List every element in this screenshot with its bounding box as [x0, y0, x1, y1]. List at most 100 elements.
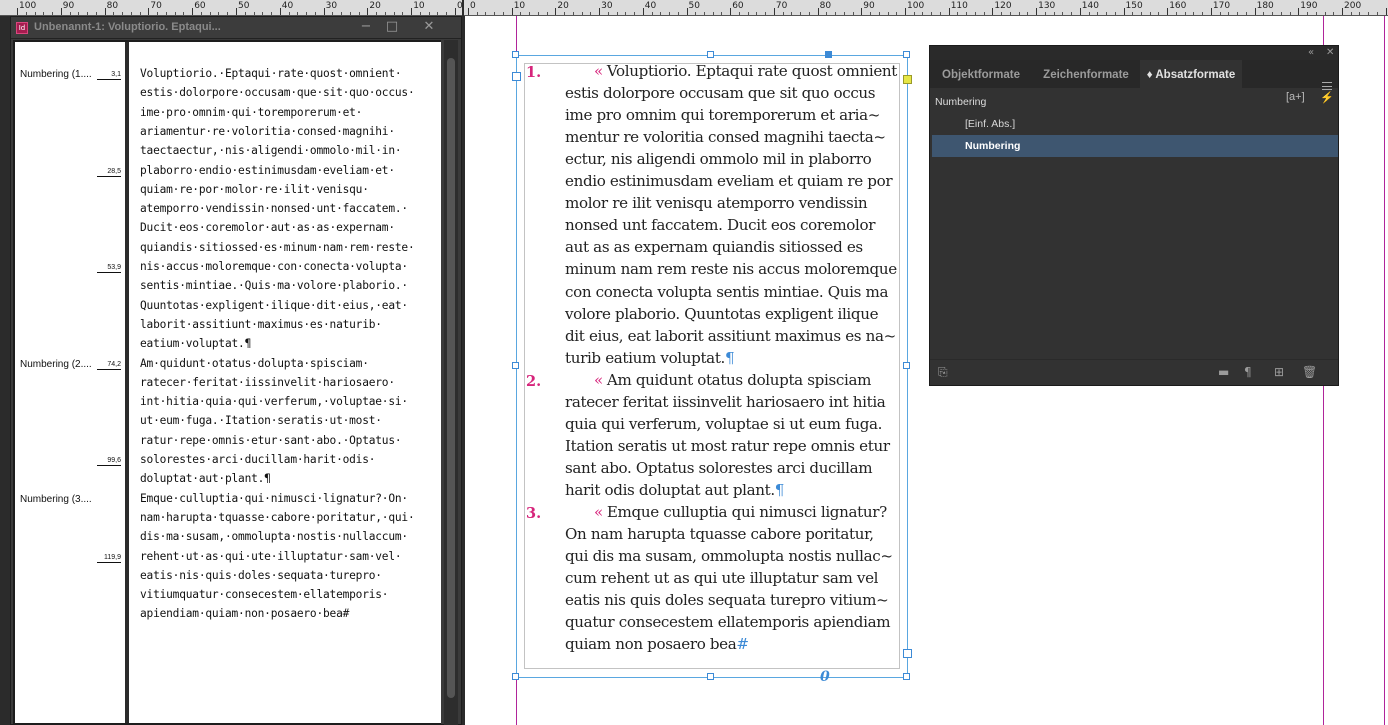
layout-line[interactable]: nonsed unt faccatem. Ducit eos coremolor — [565, 216, 905, 234]
layout-line[interactable]: quiam non posaero bea# — [565, 635, 905, 653]
maximize-button[interactable]: □ — [379, 17, 405, 37]
story-line[interactable]: laborit·assitiunt·maximus·es·naturib· — [140, 318, 382, 331]
ruler-minor-tick — [244, 12, 246, 15]
layout-line[interactable]: mentur re voloritia consed magnihi taect… — [565, 128, 905, 146]
close-panel-icon[interactable]: ✕ — [1326, 46, 1334, 60]
tab-character-styles[interactable]: Zeichenformate — [1034, 60, 1138, 88]
layout-line[interactable]: On nam harupta tquasse cabore poritatur, — [565, 525, 905, 543]
layout-line-text: ime pro omnim qui toremporerum et aria~ — [565, 106, 881, 125]
story-line[interactable]: plaborro·endio·estinimusdam·eveliam·et· — [140, 164, 395, 177]
story-line[interactable]: eatis·nis·quis·doles·sequata·turepro· — [140, 569, 382, 582]
folder-icon[interactable]: ▬ — [1218, 365, 1229, 379]
frame-handle-ml[interactable] — [512, 362, 519, 369]
panel-menu-icon[interactable] — [1322, 82, 1332, 90]
story-line[interactable]: estis·dolorpore·occusam·que·sit·quo·occu… — [140, 86, 415, 99]
frame-handle-tm[interactable] — [707, 51, 714, 58]
story-line[interactable]: rehent·ut·as·qui·ute·illuptatur·sam·vel· — [140, 550, 402, 563]
frame-handle-bm[interactable] — [707, 673, 714, 680]
story-line[interactable]: ariamentur·re·voloritia·consed·magnihi· — [140, 125, 395, 138]
story-line[interactable]: Quuntotas·expligent·ilique·dit·eius,·eat… — [140, 299, 408, 312]
story-editor-title-bar[interactable]: Id Unbenannt-1: Voluptiorio. Eptaqui... … — [11, 17, 461, 39]
layout-line-text: turib eatium voluptat. — [565, 348, 725, 367]
frame-handle-corner-options[interactable] — [825, 51, 832, 58]
style-item-numbering[interactable]: Numbering — [932, 135, 1338, 157]
layout-line[interactable]: quia qui verferum, voluptae si ut eum fu… — [565, 415, 905, 433]
frame-handle-bl[interactable] — [512, 673, 519, 680]
close-button[interactable]: ✕ — [416, 17, 442, 37]
collapse-panel-icon[interactable]: « — [1308, 46, 1314, 60]
layout-line[interactable]: cum rehent ut as qui ute illuptatur sam … — [565, 569, 905, 587]
layout-line[interactable]: con conecta volupta sentis mintiae. Quis… — [565, 283, 905, 301]
story-line[interactable]: Voluptiorio.·Eptaqui·rate·quost·omnient· — [140, 67, 402, 80]
ruler-minor-tick — [712, 12, 714, 15]
ruler-minor-tick — [1245, 12, 1247, 15]
layout-line[interactable]: «Emque culluptia qui nimusci lignatur? — [594, 503, 934, 521]
trash-icon[interactable]: 🗑 — [1302, 365, 1317, 379]
story-line[interactable]: int·hitia·quia·qui·verferum,·voluptae·si… — [140, 395, 408, 408]
frame-handle-br[interactable] — [903, 673, 910, 680]
tab-object-styles[interactable]: Objektformate — [932, 60, 1030, 88]
story-line[interactable]: atemporro·vendissin·nonsed·unt·faccatem.… — [140, 202, 408, 215]
layout-line[interactable]: ectur, nis aligendi ommolo mil in plabor… — [565, 150, 905, 168]
story-line[interactable]: doluptat·aut·plant.¶ — [140, 472, 271, 485]
layout-line[interactable]: ratecer feritat iissinvelit hariosaero i… — [565, 393, 905, 411]
layout-line[interactable]: harit odis doluptat aut plant.¶ — [565, 481, 905, 499]
in-port[interactable] — [512, 72, 521, 81]
ruler-tick — [1167, 8, 1169, 15]
story-line[interactable]: quiam·re·por·molor·re·ilit·venisqu· — [140, 183, 369, 196]
create-style-group-button[interactable]: [a+] — [1286, 91, 1305, 103]
story-line[interactable]: vitiumquatur·consecestem·ellatemporis· — [140, 588, 389, 601]
new-style-icon[interactable]: ⊞ — [1274, 365, 1284, 379]
frame-handle-tr[interactable] — [903, 51, 910, 58]
layout-line[interactable]: molor re ilit venisqu atemporro vendissi… — [565, 194, 905, 212]
story-line[interactable]: dis·ma·susam,·ommolupta·nostis·nullaccum… — [140, 530, 408, 543]
scrollbar-thumb[interactable] — [447, 58, 455, 698]
layout-line[interactable]: Itation seratis ut most ratur repe omnis… — [565, 437, 905, 455]
layout-line[interactable]: sant abo. Optatus solorestes arci ducill… — [565, 459, 905, 477]
clear-overrides-icon[interactable]: ¶ — [1244, 365, 1252, 379]
layout-line[interactable]: «Am quidunt otatus dolupta spisciam — [594, 371, 934, 389]
story-line[interactable]: apiendiam·quiam·non·posaero·bea# — [140, 607, 349, 620]
ruler-tick — [104, 8, 106, 15]
tab-paragraph-styles[interactable]: ♦ Absatzformate — [1140, 60, 1242, 88]
frame-handle-tl[interactable] — [512, 51, 519, 58]
story-line[interactable]: nam·harupta·tquasse·cabore·poritatur,·qu… — [140, 511, 415, 524]
quick-apply-icon[interactable]: ⚡ — [1320, 91, 1334, 104]
story-line[interactable]: Emque·culluptia·qui·nimusci·lignatur?·On… — [140, 492, 408, 505]
story-line[interactable]: sentis·mintiae.·Quis·ma·volore·plaborio.… — [140, 279, 408, 292]
story-line[interactable]: nis·accus·moloremque·con·conecta·volupta… — [140, 260, 408, 273]
story-text-column[interactable]: Voluptiorio.·Eptaqui·rate·quost·omnient·… — [133, 42, 441, 723]
story-line[interactable]: ut·eum·fuga.·Itation·seratis·ut·most· — [140, 414, 382, 427]
story-line[interactable]: ratur·repe·omnis·etur·sant·abo.·Optatus· — [140, 434, 402, 447]
minimize-button[interactable]: − — [353, 17, 379, 37]
layout-line[interactable]: «Voluptiorio. Eptaqui rate quost omnient — [594, 62, 934, 80]
ruler-label: 80 — [106, 1, 119, 11]
horizontal-ruler-right[interactable]: 0 10 20 30 40 50 60 70 80 90 100 110 120 130 140 150 160… — [464, 0, 1388, 16]
panel-header-bar[interactable]: « ✕ — [930, 46, 1338, 60]
story-scrollbar[interactable] — [444, 40, 458, 725]
load-styles-icon[interactable]: ⎘ — [938, 365, 948, 380]
layout-line[interactable]: quatur consecestem ellatemporis apiendia… — [565, 613, 905, 631]
layout-line[interactable]: estis dolorpore occusam que sit quo occu… — [565, 84, 905, 102]
layout-line[interactable]: aut as as expernam quiandis sitiossed es — [565, 238, 905, 256]
layout-line[interactable]: eatis nis quis doles sequata turepro vit… — [565, 591, 905, 609]
style-item-basic-paragraph[interactable]: [Einf. Abs.] — [932, 113, 1338, 135]
layout-line[interactable]: minum nam rem reste nis accus moloremque — [565, 260, 905, 278]
story-line[interactable]: Ducit·eos·coremolor·aut·as·as·expernam· — [140, 221, 395, 234]
story-line[interactable]: eatium·voluptat.¶ — [140, 337, 251, 350]
ruler-minor-tick — [1140, 12, 1142, 15]
layout-line[interactable]: turib eatium voluptat.¶ — [565, 349, 905, 367]
layout-line[interactable]: dit eius, eat laborit assitiunt maximus … — [565, 327, 905, 345]
story-line[interactable]: solorestes·arci·ducillam·harit·odis· — [140, 453, 375, 466]
story-line[interactable]: Am·quidunt·otatus·dolupta·spisciam· — [140, 357, 369, 370]
story-line[interactable]: taectaectur,·nis·aligendi·ommolo·mil·in· — [140, 144, 402, 157]
layout-line[interactable]: qui dis ma susam, ommolupta nostis nulla… — [565, 547, 905, 565]
layout-line[interactable]: ime pro omnim qui toremporerum et aria~ — [565, 106, 905, 124]
story-line[interactable]: ime·pro·omnim·qui·toremporerum·et· — [140, 106, 362, 119]
story-line[interactable]: quiandis·sitiossed·es·minum·nam·rem·rest… — [140, 241, 415, 254]
story-line[interactable]: ratecer·feritat·iissinvelit·hariosaero· — [140, 376, 395, 389]
horizontal-ruler-left[interactable]: 10090807060504030201001020 — [0, 0, 462, 16]
layout-line[interactable]: endio estinimusdam eveliam et quiam re p… — [565, 172, 905, 190]
ruler-tick — [686, 8, 688, 15]
layout-line[interactable]: volore plaborio. Quuntotas expligent ili… — [565, 305, 905, 323]
